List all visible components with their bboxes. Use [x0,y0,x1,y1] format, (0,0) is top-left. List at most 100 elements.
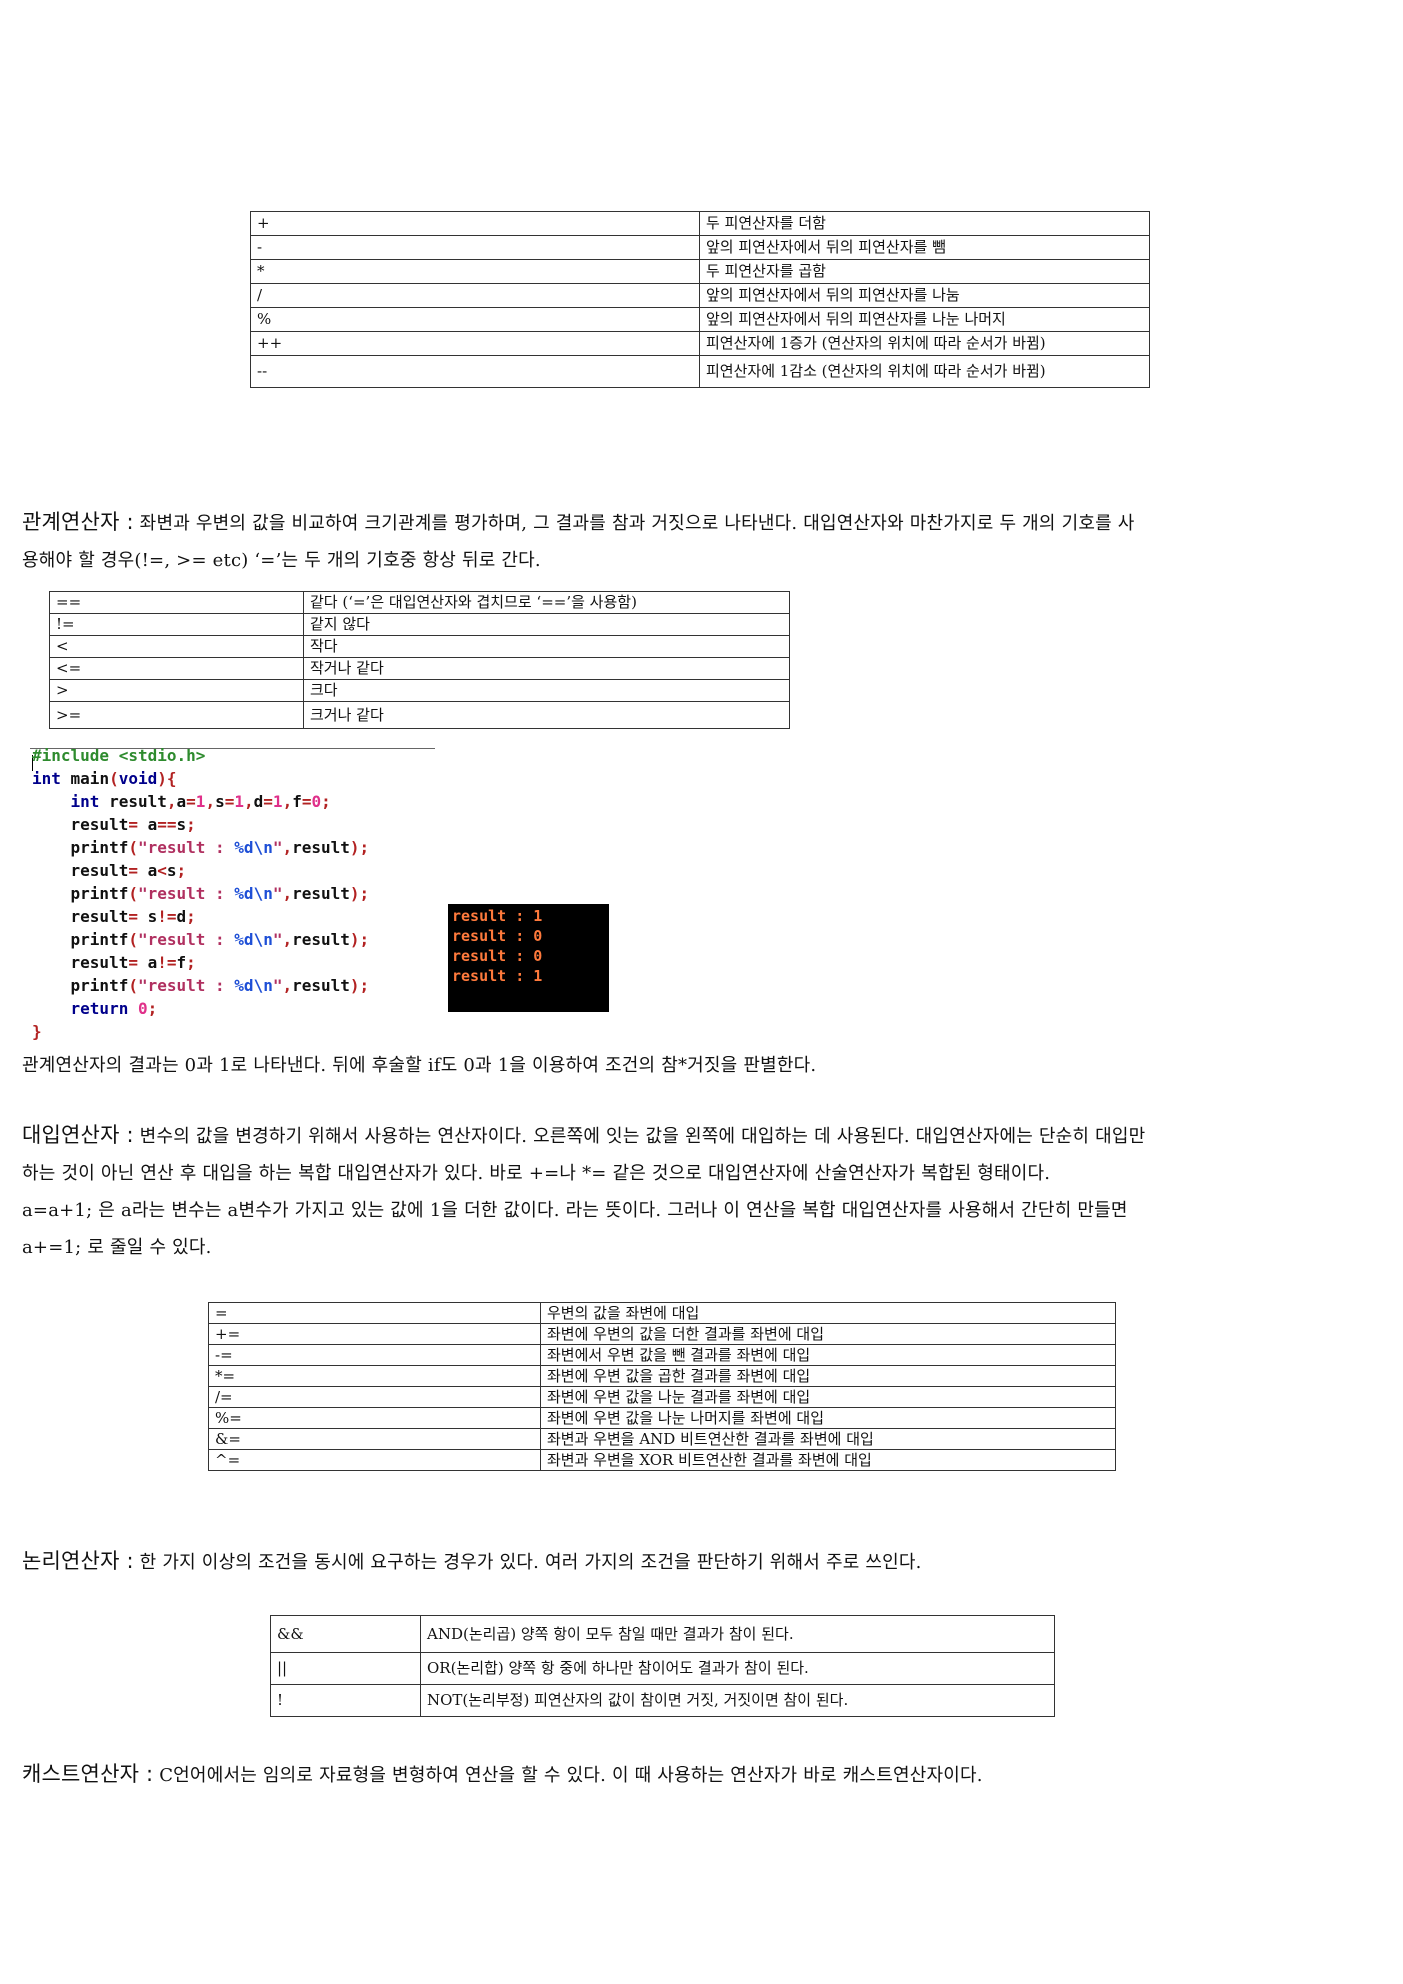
code-line: printf("result : %d\n",result); [32,976,370,995]
operator-cell: += [208,1323,541,1345]
assignment-text-4: a+=1; 로 줄일 수 있다. [22,1237,212,1258]
description-cell: 두 피연산자를 곱함 [699,259,1150,284]
logical-text: 한 가지 이상의 조건을 동시에 요구하는 경우가 있다. 여러 가지의 조건을… [133,1552,922,1573]
description-cell: 작다 [303,635,790,658]
description-cell: 우변의 값을 좌변에 대입 [540,1302,1116,1324]
operator-cell: -- [250,355,700,388]
description-cell: 좌변과 우변을 AND 비트연산한 결과를 좌변에 대입 [540,1428,1116,1450]
description-cell: 좌변에 우변 값을 곱한 결과를 좌변에 대입 [540,1365,1116,1387]
table-row: != 같지 않다 [49,613,790,636]
relational-result-text: 관계연산자의 결과는 0과 1로 나타낸다. 뒤에 후술할 if도 0과 1을 … [22,1047,1382,1084]
operator-cell: * [250,259,700,284]
table-row: += 좌변에 우변의 값을 더한 결과를 좌변에 대입 [208,1323,1116,1345]
operator-cell: > [49,679,304,702]
cast-paragraph: 캐스트연산자 : C언어에서는 임의로 자료형을 변형하여 연산을 할 수 있다… [22,1756,1382,1794]
table-row: -- 피연산자에 1감소 (연산자의 위치에 따라 순서가 바뀜) [250,355,1150,388]
description-cell: 좌변에 우변의 값을 더한 결과를 좌변에 대입 [540,1323,1116,1345]
table-row: = 우변의 값을 좌변에 대입 [208,1302,1116,1324]
description-cell: 좌변에 우변 값을 나눈 나머지를 좌변에 대입 [540,1407,1116,1429]
operator-cell: >= [49,701,304,729]
table-row: || OR(논리합) 양쪽 항 중에 하나만 참이어도 결과가 참이 된다. [270,1652,1055,1685]
operator-cell: *= [208,1365,541,1387]
relational-result-sentence: 관계연산자의 결과는 0과 1로 나타낸다. 뒤에 후술할 if도 0과 1을 … [22,1055,817,1076]
relational-paragraph: 관계연산자 : 좌변과 우변의 값을 비교하여 크기관계를 평가하며, 그 결과… [22,504,1382,579]
description-cell: 앞의 피연산자에서 뒤의 피연산자를 나눔 [699,283,1150,308]
operator-cell: ^= [208,1449,541,1471]
table-row: ! NOT(논리부정) 피연산자의 값이 참이면 거짓, 거짓이면 참이 된다. [270,1684,1055,1717]
operator-cell: + [250,211,700,236]
console-line: result : 0 [452,947,543,965]
description-cell: 좌변에서 우변 값을 뺀 결과를 좌변에 대입 [540,1344,1116,1366]
operator-cell: -= [208,1344,541,1366]
arithmetic-operator-table: + 두 피연산자를 더함 - 앞의 피연산자에서 뒤의 피연산자를 뺌 * 두 피연산자를… [250,211,1150,388]
operator-cell: = [208,1302,541,1324]
table-row: &= 좌변과 우변을 AND 비트연산한 결과를 좌변에 대입 [208,1428,1116,1450]
assignment-paragraph: 대입연산자 : 변수의 값을 변경하기 위해서 사용하는 연산자이다. 오른쪽에… [22,1117,1382,1266]
description-cell: 피연산자에 1감소 (연산자의 위치에 따라 순서가 바뀜) [699,355,1150,388]
table-row: < 작다 [49,635,790,658]
code-line: result= a!=f; [32,953,196,972]
table-row: >= 크거나 같다 [49,701,790,729]
table-row: % 앞의 피연산자에서 뒤의 피연산자를 나눈 나머지 [250,307,1150,332]
table-row: - 앞의 피연산자에서 뒤의 피연산자를 뺌 [250,235,1150,260]
code-line: } [32,1022,42,1041]
relational-text-2: 용해야 할 경우(!=, >= etc) ‘=’는 두 개의 기호중 항상 뒤로… [22,550,541,571]
console-output: result : 1 result : 0 result : 0 result : 1 [448,904,609,1012]
table-row: ++ 피연산자에 1증가 (연산자의 위치에 따라 순서가 바뀜) [250,331,1150,356]
code-line: return 0; [70,999,158,1018]
operator-cell: || [270,1652,421,1685]
description-cell: 크다 [303,679,790,702]
code-line: result= s!=d; [32,907,196,926]
table-row: /= 좌변에 우변 값을 나눈 결과를 좌변에 대입 [208,1386,1116,1408]
logical-operator-table: && AND(논리곱) 양쪽 항이 모두 참일 때만 결과가 참이 된다. || OR… [270,1615,1055,1717]
relational-heading: 관계연산자 : [22,510,134,534]
operator-cell: != [49,613,304,636]
operator-cell: == [49,591,304,614]
code-line: int result,a=1,s=1,d=1,f=0; [70,792,331,811]
table-row: + 두 피연산자를 더함 [250,211,1150,236]
code-sample: #include <stdio.h> int main(void){ int re… [32,744,369,1043]
assignment-text-1: 변수의 값을 변경하기 위해서 사용하는 연산자이다. 오른쪽에 잇는 값을 왼… [133,1126,1146,1147]
table-row: == 같다 (‘=’은 대입연산자와 겹치므로 ‘==’을 사용함) [49,591,790,614]
operator-cell: &= [208,1428,541,1450]
table-row: && AND(논리곱) 양쪽 항이 모두 참일 때만 결과가 참이 된다. [270,1615,1055,1653]
operator-cell: <= [49,657,304,680]
description-cell: 앞의 피연산자에서 뒤의 피연산자를 뺌 [699,235,1150,260]
operator-cell: < [49,635,304,658]
description-cell: NOT(논리부정) 피연산자의 값이 참이면 거짓, 거짓이면 참이 된다. [420,1684,1055,1717]
assignment-text-3: a=a+1; 은 a라는 변수는 a변수가 가지고 있는 값에 1을 더한 값이… [22,1200,1128,1221]
relational-text-1: 좌변과 우변의 값을 비교하여 크기관계를 평가하며, 그 결과를 참과 거짓으… [133,513,1135,534]
logical-heading: 논리연산자 : [22,1549,134,1573]
code-line: printf("result : %d\n",result); [32,930,370,949]
table-row: *= 좌변에 우변 값을 곱한 결과를 좌변에 대입 [208,1365,1116,1387]
code-line: printf("result : %d\n",result); [32,884,370,903]
operator-cell: ! [270,1684,421,1717]
description-cell: 크거나 같다 [303,701,790,729]
description-cell: AND(논리곱) 양쪽 항이 모두 참일 때만 결과가 참이 된다. [420,1615,1055,1653]
code-line: result= a<s; [32,861,187,880]
description-cell: 같다 (‘=’은 대입연산자와 겹치므로 ‘==’을 사용함) [303,591,790,614]
console-line: result : 1 [452,967,543,985]
code-line: int main(void){ [32,769,177,788]
relational-operator-table: == 같다 (‘=’은 대입연산자와 겹치므로 ‘==’을 사용함) != 같지 않다… [49,591,790,729]
description-cell: 두 피연산자를 더함 [699,211,1150,236]
operator-cell: / [250,283,700,308]
description-cell: OR(논리합) 양쪽 항 중에 하나만 참이어도 결과가 참이 된다. [420,1652,1055,1685]
operator-cell: - [250,235,700,260]
description-cell: 피연산자에 1증가 (연산자의 위치에 따라 순서가 바뀜) [699,331,1150,356]
console-line: result : 1 [452,907,543,925]
operator-cell: % [250,307,700,332]
table-row: / 앞의 피연산자에서 뒤의 피연산자를 나눔 [250,283,1150,308]
description-cell: 좌변과 우변을 XOR 비트연산한 결과를 좌변에 대입 [540,1449,1116,1471]
assignment-text-2: 하는 것이 아닌 연산 후 대입을 하는 복합 대입연산자가 있다. 바로 +=… [22,1163,1051,1184]
code-line: printf("result : %d\n",result); [32,838,370,857]
operator-cell: ++ [250,331,700,356]
cast-text: C언어에서는 임의로 자료형을 변형하여 연산을 할 수 있다. 이 때 사용하… [153,1765,983,1786]
code-line: result= a==s; [32,815,196,834]
table-row: %= 좌변에 우변 값을 나눈 나머지를 좌변에 대입 [208,1407,1116,1429]
table-row: -= 좌변에서 우변 값을 뺀 결과를 좌변에 대입 [208,1344,1116,1366]
console-line: result : 0 [452,927,543,945]
description-cell: 같지 않다 [303,613,790,636]
operator-cell: /= [208,1386,541,1408]
operator-cell: %= [208,1407,541,1429]
